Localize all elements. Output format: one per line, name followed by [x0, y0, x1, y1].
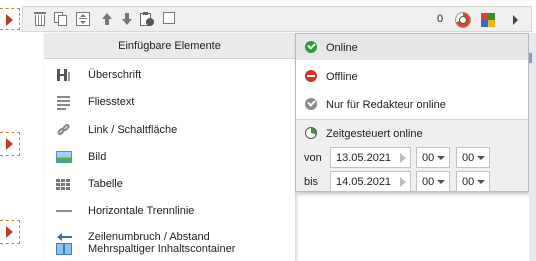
list-item-label: Überschrift — [88, 69, 142, 81]
to-minute-value: 00 — [462, 176, 475, 188]
scheduled-section: Zeitgesteuert online von 13.05.2021 00 0… — [296, 119, 528, 194]
expand-arrow-icon — [6, 14, 13, 26]
to-hour-select[interactable]: 00 — [416, 171, 450, 192]
status-option-label: Nur für Redakteur online — [326, 99, 446, 111]
schedule-clock-icon[interactable] — [455, 12, 471, 28]
status-dropdown: Online Offline Nur für Redakteur online … — [295, 33, 529, 192]
list-item-label: Link / Schaltfläche — [88, 124, 178, 136]
heading-icon — [56, 68, 72, 82]
table-icon — [56, 177, 72, 191]
date-picker-icon[interactable] — [400, 153, 406, 163]
chevron-down-icon — [437, 156, 445, 160]
collapse-marker[interactable] — [0, 220, 20, 244]
from-hour-select[interactable]: 00 — [416, 147, 450, 168]
from-label: von — [304, 152, 322, 164]
move-icon[interactable] — [76, 12, 90, 26]
trash-icon[interactable] — [33, 12, 47, 26]
to-date-input[interactable]: 14.05.2021 — [330, 171, 411, 192]
arrow-down-icon[interactable] — [120, 12, 134, 26]
online-check-icon — [305, 41, 317, 53]
list-item-link[interactable]: Link / Schaltfläche — [44, 118, 296, 142]
image-icon — [56, 150, 72, 164]
to-date-value: 14.05.2021 — [336, 176, 392, 188]
status-option-scheduled[interactable]: Zeitgesteuert online — [296, 120, 528, 146]
list-item-table[interactable]: Tabelle — [44, 172, 296, 196]
element-toolbar: 0 — [22, 6, 532, 32]
to-minute-select[interactable]: 00 — [456, 171, 490, 192]
checkbox-icon[interactable] — [163, 12, 177, 26]
list-item-label: Mehrspaltiger Inhaltscontainer — [88, 243, 236, 255]
list-item-label: Fliesstext — [88, 96, 135, 108]
status-option-label: Offline — [326, 71, 358, 83]
copy-icon[interactable] — [54, 12, 68, 26]
list-item-text[interactable]: Fliesstext — [44, 90, 296, 114]
chevron-down-icon — [437, 180, 445, 184]
editor-check-icon — [305, 98, 317, 110]
color-grid-icon[interactable] — [481, 13, 495, 27]
collapse-marker[interactable] — [0, 132, 20, 156]
to-label: bis — [304, 176, 319, 188]
schedule-to-row: bis 14.05.2021 00 00 — [296, 170, 528, 194]
horizontal-rule-icon — [56, 204, 72, 218]
expand-arrow-icon — [6, 226, 13, 238]
date-picker-icon[interactable] — [400, 177, 406, 187]
scheduled-clock-icon — [305, 127, 317, 139]
list-item-heading[interactable]: Überschrift — [44, 63, 296, 87]
list-item-label: Horizontale Trennlinie — [88, 205, 195, 217]
insertable-elements-panel: Einfügbare Elemente Überschrift Fliesste… — [44, 33, 296, 261]
element-count: 0 — [437, 13, 444, 25]
list-item-label: Bild — [88, 151, 107, 163]
from-date-value: 13.05.2021 — [336, 152, 392, 164]
from-minute-select[interactable]: 00 — [456, 147, 490, 168]
panel-title: Einfügbare Elemente — [44, 33, 295, 59]
chevron-down-icon — [477, 156, 485, 160]
more-arrow-icon[interactable] — [513, 15, 518, 25]
columns-icon — [56, 242, 72, 256]
status-option-label: Zeitgesteuert online — [326, 128, 423, 140]
expand-arrow-icon — [6, 138, 13, 150]
from-hour-value: 00 — [422, 152, 435, 164]
chevron-down-icon — [477, 180, 485, 184]
background-page-edge — [529, 33, 536, 261]
to-hour-value: 00 — [422, 176, 435, 188]
list-item-image[interactable]: Bild — [44, 145, 296, 169]
status-option-online[interactable]: Online — [296, 34, 528, 60]
collapse-marker[interactable] — [0, 8, 20, 30]
offline-minus-icon — [305, 70, 317, 82]
link-icon — [56, 122, 72, 137]
list-item-horizontal-rule[interactable]: Horizontale Trennlinie — [44, 199, 296, 223]
list-item-label: Tabelle — [88, 178, 123, 190]
status-option-editor-only[interactable]: Nur für Redakteur online — [296, 91, 528, 117]
paste-icon[interactable] — [140, 12, 154, 26]
from-minute-value: 00 — [462, 152, 475, 164]
status-option-offline[interactable]: Offline — [296, 63, 528, 89]
from-date-input[interactable]: 13.05.2021 — [330, 147, 411, 168]
arrow-up-icon[interactable] — [100, 12, 114, 26]
status-option-label: Online — [326, 42, 358, 54]
schedule-from-row: von 13.05.2021 00 00 — [296, 146, 528, 170]
list-item-columns[interactable]: Mehrspaltiger Inhaltscontainer — [44, 237, 296, 261]
text-paragraph-icon — [56, 95, 72, 110]
page-marker — [529, 53, 532, 63]
